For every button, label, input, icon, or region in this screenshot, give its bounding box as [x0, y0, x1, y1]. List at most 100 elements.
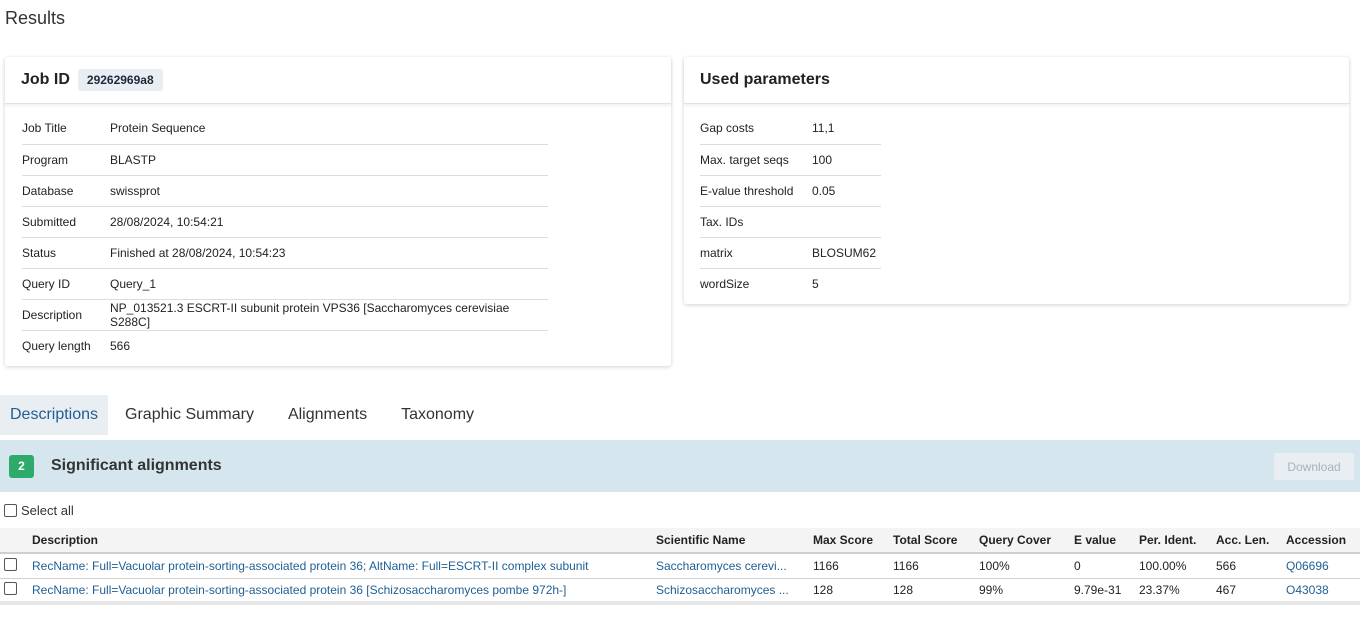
param-key: matrix [700, 237, 812, 269]
query-cover: 100% [979, 553, 1074, 579]
params-table: Gap costs 11,1 Max. target seqs 100 E-valu… [700, 113, 881, 299]
row-scientific-name-cell: Schizosaccharomyces ... [656, 578, 813, 605]
params-title: Used parameters [700, 71, 830, 88]
e-value: 9.79e-31 [1074, 578, 1139, 605]
job-field-key: Status [22, 237, 110, 269]
row-description-cell: RecName: Full=Vacuolar protein-sorting-a… [32, 553, 656, 579]
row-scientific-name-cell: Saccharomyces cerevi... [656, 553, 813, 579]
job-field-value: BLASTP [110, 144, 548, 176]
job-field-key: Program [22, 144, 110, 176]
param-key: Tax. IDs [700, 206, 812, 238]
page-title: Results [5, 8, 66, 28]
row-accession-cell: O43038 [1286, 578, 1360, 605]
select-all-control[interactable]: Select all [4, 503, 74, 518]
select-all-checkbox[interactable] [4, 504, 17, 517]
job-id-label: Job ID [21, 71, 70, 88]
max-score: 1166 [813, 553, 893, 579]
tab-alignments[interactable]: Alignments [271, 395, 384, 435]
alignment-count-badge: 2 [9, 454, 34, 478]
row-checkbox[interactable] [4, 581, 17, 595]
row-accession-cell: Q06696 [1286, 553, 1360, 579]
tab-descriptions[interactable]: Descriptions [0, 395, 109, 435]
param-key: Max. target seqs [700, 144, 812, 176]
header-scientific-name[interactable]: Scientific Name [656, 528, 813, 554]
job-field-row: Submitted 28/08/2024, 10:54:21 [22, 206, 548, 238]
acc-len: 467 [1216, 578, 1286, 605]
e-value: 0 [1074, 553, 1139, 579]
accession-link[interactable]: O43038 [1286, 583, 1329, 597]
job-field-key: Query ID [22, 268, 110, 300]
param-row: Max. target seqs 100 [700, 144, 881, 176]
job-field-key: Description [22, 299, 110, 331]
job-field-value: Protein Sequence [110, 113, 548, 145]
header-query-cover[interactable]: Query Cover [979, 528, 1074, 554]
param-row: E-value threshold 0.05 [700, 175, 881, 207]
job-field-key: Database [22, 175, 110, 207]
job-field-key: Query length [22, 338, 91, 353]
accession-link[interactable]: Q06696 [1286, 559, 1329, 573]
param-value: 100 [812, 144, 881, 176]
job-field-row: Query length 566 [22, 330, 548, 361]
row-checkbox[interactable] [4, 557, 17, 571]
alignments-table: Description Scientific Name Max Score To… [0, 528, 1360, 605]
header-acc-len[interactable]: Acc. Len. [1216, 528, 1286, 554]
tab-graphic-summary[interactable]: Graphic Summary [108, 395, 271, 435]
max-score: 128 [813, 578, 893, 605]
header-per-ident[interactable]: Per. Ident. [1139, 528, 1216, 554]
param-row: matrix BLOSUM62 [700, 237, 881, 269]
param-value: 0.05 [812, 175, 881, 207]
description-link[interactable]: RecName: Full=Vacuolar protein-sorting-a… [32, 583, 656, 597]
row-description-cell: RecName: Full=Vacuolar protein-sorting-a… [32, 578, 656, 605]
total-score: 128 [893, 578, 979, 605]
header-accession[interactable]: Accession [1286, 528, 1360, 554]
param-key: wordSize [700, 276, 750, 291]
job-field-value: Finished at 28/08/2024, 10:54:23 [110, 237, 548, 269]
download-button[interactable]: Download [1274, 453, 1354, 480]
job-field-value: NP_013521.3 ESCRT-II subunit protein VPS… [110, 299, 548, 331]
header-total-score[interactable]: Total Score [893, 528, 979, 554]
job-field-row: Database swissprot [22, 175, 548, 207]
job-field-value: swissprot [110, 175, 548, 207]
table-header-row: Description Scientific Name Max Score To… [0, 528, 1360, 554]
job-field-key: Submitted [22, 206, 110, 238]
header-select [0, 528, 32, 554]
param-key: E-value threshold [700, 175, 812, 207]
significant-alignments-bar: 2 Significant alignments Download [0, 440, 1360, 492]
job-field-row: Program BLASTP [22, 144, 548, 176]
param-value [812, 206, 881, 238]
header-description[interactable]: Description [32, 528, 656, 554]
description-link[interactable]: RecName: Full=Vacuolar protein-sorting-a… [32, 559, 656, 573]
job-field-row: Description NP_013521.3 ESCRT-II subunit … [22, 299, 548, 331]
job-field-key: Job Title [22, 113, 110, 145]
param-value: 11,1 [812, 113, 881, 145]
job-id-badge: 29262969a8 [77, 69, 163, 91]
table-row: RecName: Full=Vacuolar protein-sorting-a… [0, 578, 1360, 605]
total-score: 1166 [893, 553, 979, 579]
acc-len: 566 [1216, 553, 1286, 579]
select-all-label: Select all [21, 503, 74, 518]
scientific-name-link[interactable]: Schizosaccharomyces ... [656, 583, 813, 597]
job-details-table: Job Title Protein Sequence Program BLASTP … [22, 113, 548, 361]
job-field-row: Status Finished at 28/08/2024, 10:54:23 [22, 237, 548, 269]
param-key: Gap costs [700, 113, 812, 145]
row-select-cell [0, 578, 32, 605]
param-row: wordSize 5 [700, 268, 881, 299]
significant-alignments-title: Significant alignments [51, 457, 222, 474]
job-info-card: Job ID 29262969a8 Job Title Protein Seque… [5, 57, 671, 366]
job-field-row: Query ID Query_1 [22, 268, 548, 300]
header-e-value[interactable]: E value [1074, 528, 1139, 554]
job-field-row: Job Title Protein Sequence [22, 113, 548, 145]
param-row: Tax. IDs [700, 206, 881, 238]
row-select-cell [0, 553, 32, 579]
query-cover: 99% [979, 578, 1074, 605]
scientific-name-link[interactable]: Saccharomyces cerevi... [656, 559, 813, 573]
job-field-value: Query_1 [110, 268, 548, 300]
used-parameters-card: Used parameters Gap costs 11,1 Max. targe… [684, 57, 1349, 304]
param-value: 5 [812, 276, 819, 291]
tab-taxonomy[interactable]: Taxonomy [384, 395, 491, 435]
param-value: BLOSUM62 [812, 237, 881, 269]
job-card-header: Job ID 29262969a8 [5, 57, 671, 104]
params-card-header: Used parameters [684, 57, 1349, 104]
header-max-score[interactable]: Max Score [813, 528, 893, 554]
job-field-value: 28/08/2024, 10:54:21 [110, 206, 548, 238]
